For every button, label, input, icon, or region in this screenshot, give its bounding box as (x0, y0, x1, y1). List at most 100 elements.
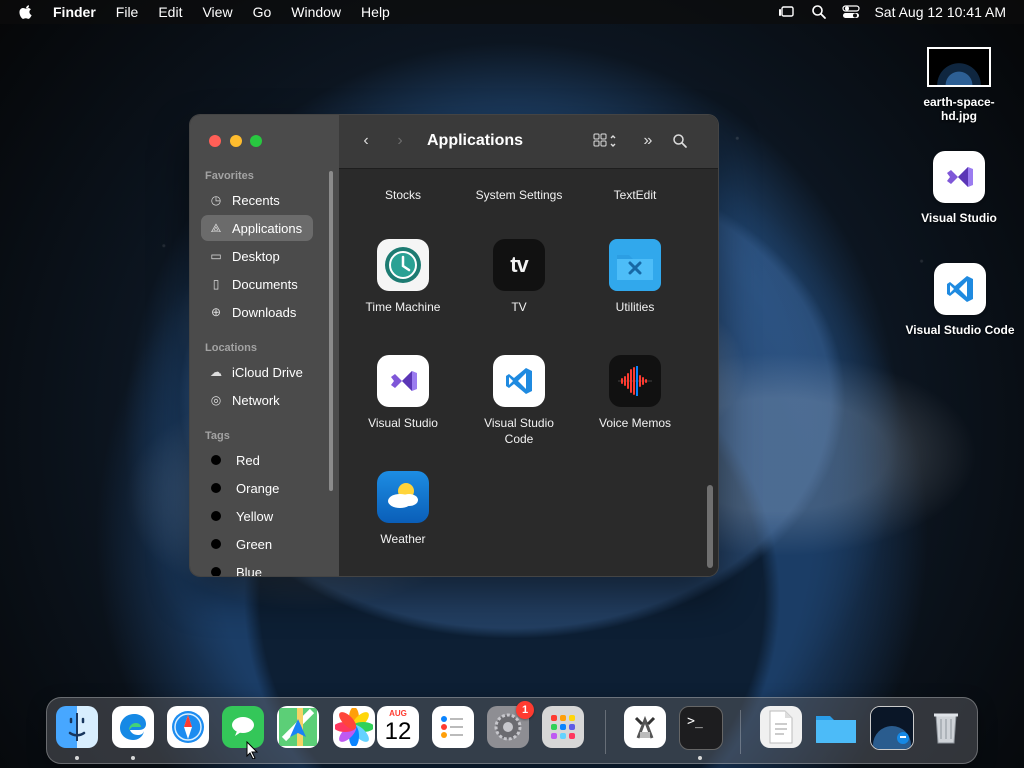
menu-window[interactable]: Window (291, 4, 341, 20)
image-thumbnail-icon (927, 47, 991, 87)
photos-icon[interactable] (333, 706, 375, 748)
menu-file[interactable]: File (116, 4, 139, 20)
app-utilities[interactable]: Utilities (585, 239, 685, 315)
textedit-label: TextEdit (613, 188, 657, 202)
menu-finder[interactable]: Finder (53, 4, 96, 20)
minimize-window-button[interactable] (230, 135, 242, 147)
stage-manager-icon[interactable] (778, 5, 796, 19)
date-time[interactable]: Sat Aug 12 10:41 AM (874, 4, 1006, 20)
zoom-window-button[interactable] (250, 135, 262, 147)
earth-preview-icon[interactable] (870, 706, 914, 750)
document-icon[interactable] (760, 706, 802, 748)
sidebar-item-label: Network (232, 392, 280, 408)
voice-memos-icon (609, 355, 661, 407)
finder-icon[interactable] (56, 706, 98, 748)
visual-studio-label: Visual Studio (368, 416, 438, 430)
visual-studio-icon (377, 355, 429, 407)
app-tv[interactable]: tv TV (469, 239, 569, 315)
trash-icon[interactable] (925, 706, 967, 748)
sidebar-tag-red[interactable]: Red (201, 447, 313, 473)
time-machine-icon (377, 239, 429, 291)
close-window-button[interactable] (209, 135, 221, 147)
app-weather[interactable]: Weather (353, 471, 453, 547)
content-scrollbar[interactable] (707, 485, 713, 568)
apple-menu-icon[interactable] (18, 4, 34, 20)
sidebar-tag-yellow[interactable]: Yellow (201, 503, 313, 529)
sidebar-tag-orange[interactable]: Orange (201, 475, 313, 501)
more-toolbar-icon[interactable]: » (639, 132, 657, 150)
sidebar-tag-green[interactable]: Green (201, 531, 313, 557)
terminal-icon[interactable]: >_ (679, 706, 723, 750)
menu-edit[interactable]: Edit (158, 4, 182, 20)
menu-go[interactable]: Go (253, 4, 272, 20)
app-visual-studio-code[interactable]: Visual Studio Code (469, 355, 569, 447)
safari-icon[interactable] (167, 706, 209, 748)
menu-bar: Finder File Edit View Go Window Help Sat… (0, 0, 1024, 24)
app-time-machine[interactable]: Time Machine (353, 239, 453, 315)
menu-status-area: Sat Aug 12 10:41 AM (778, 4, 1024, 20)
desktop-app-visual-studio-code[interactable]: Visual Studio Code (901, 263, 1019, 337)
stocks-label: Stocks (384, 188, 421, 202)
tag-dot-icon (211, 483, 221, 493)
search-icon[interactable] (810, 5, 828, 19)
sidebar-item-applications[interactable]: ⟁ Applications (201, 215, 313, 241)
sidebar-item-label: iCloud Drive (232, 364, 303, 380)
sidebar-item-documents[interactable]: ▯ Documents (201, 271, 313, 297)
menu-left: Finder File Edit View Go Window Help (0, 4, 410, 20)
sidebar-item-label: Blue (236, 564, 263, 577)
documents-icon: ▯ (212, 277, 220, 291)
sidebar-item-label: Applications (232, 220, 303, 236)
reminders-icon[interactable] (432, 706, 474, 748)
maps-icon[interactable] (277, 706, 319, 748)
tv-icon: tv (493, 239, 545, 291)
sidebar-item-downloads[interactable]: ⊕ Downloads (201, 299, 313, 325)
tag-dot-icon (211, 539, 221, 549)
desktop-app-visual-studio[interactable]: Visual Studio (911, 151, 1007, 225)
tag-dot-icon (211, 511, 221, 521)
tags-section-label: Tags (205, 430, 230, 442)
desktop-icon: ▭ (210, 249, 222, 263)
forward-icon[interactable]: › (391, 132, 409, 150)
control-center-icon[interactable] (842, 5, 861, 19)
visual-studio-code-label: Visual Studio Code (484, 416, 554, 446)
mouse-pointer-icon (246, 740, 260, 760)
sidebar-item-recents[interactable]: ◷ Recents (201, 187, 313, 213)
finder-content: ‹ › Applications » Stocks System Setting… (339, 115, 718, 576)
running-indicator (131, 756, 135, 760)
sidebar-tag-blue[interactable]: Blue (201, 559, 313, 577)
back-icon[interactable]: ‹ (357, 132, 375, 150)
launchpad-icon[interactable] (542, 706, 584, 748)
app-voice-memos[interactable]: Voice Memos (585, 355, 685, 431)
search-icon[interactable] (671, 132, 689, 150)
edge-icon[interactable] (112, 706, 154, 748)
sidebar-item-network[interactable]: ◎ Network (201, 387, 313, 413)
menu-view[interactable]: View (202, 4, 232, 20)
app-system-settings[interactable]: System Settings (469, 187, 569, 203)
utilities-label: Utilities (615, 300, 655, 314)
system-settings-label: System Settings (475, 188, 563, 202)
sidebar-item-label: Downloads (232, 304, 297, 320)
dock-divider (740, 710, 741, 754)
calendar-month: AUG (389, 709, 407, 718)
window-title: Applications (427, 132, 524, 149)
time-machine-label: Time Machine (365, 300, 441, 314)
sidebar-scrollbar[interactable] (329, 171, 333, 491)
folder-icon[interactable] (815, 706, 857, 748)
calendar-day: 12 (384, 718, 412, 745)
app-textedit[interactable]: TextEdit (585, 187, 685, 203)
running-indicator (698, 756, 702, 760)
desktop-app-label: Visual Studio Code (905, 323, 1015, 337)
utility-app-icon[interactable] (624, 706, 666, 748)
calendar-icon[interactable]: AUG 12 (377, 706, 419, 748)
app-stocks[interactable]: Stocks (353, 187, 453, 203)
menu-help[interactable]: Help (361, 4, 390, 20)
sidebar-item-desktop[interactable]: ▭ Desktop (201, 243, 313, 269)
desktop-app-label: Visual Studio (921, 211, 997, 225)
sidebar-item-icloud-drive[interactable]: ☁ iCloud Drive (201, 359, 313, 385)
view-mode-icon[interactable] (593, 132, 619, 150)
sidebar-item-label: Green (236, 536, 273, 552)
app-visual-studio[interactable]: Visual Studio (353, 355, 453, 431)
finder-sidebar: Favorites ◷ Recents ⟁ Applications ▭ Des… (190, 115, 339, 576)
sidebar-item-label: Recents (232, 192, 280, 208)
desktop-file-earth-space[interactable]: earth-space-hd.jpg (918, 47, 1000, 123)
